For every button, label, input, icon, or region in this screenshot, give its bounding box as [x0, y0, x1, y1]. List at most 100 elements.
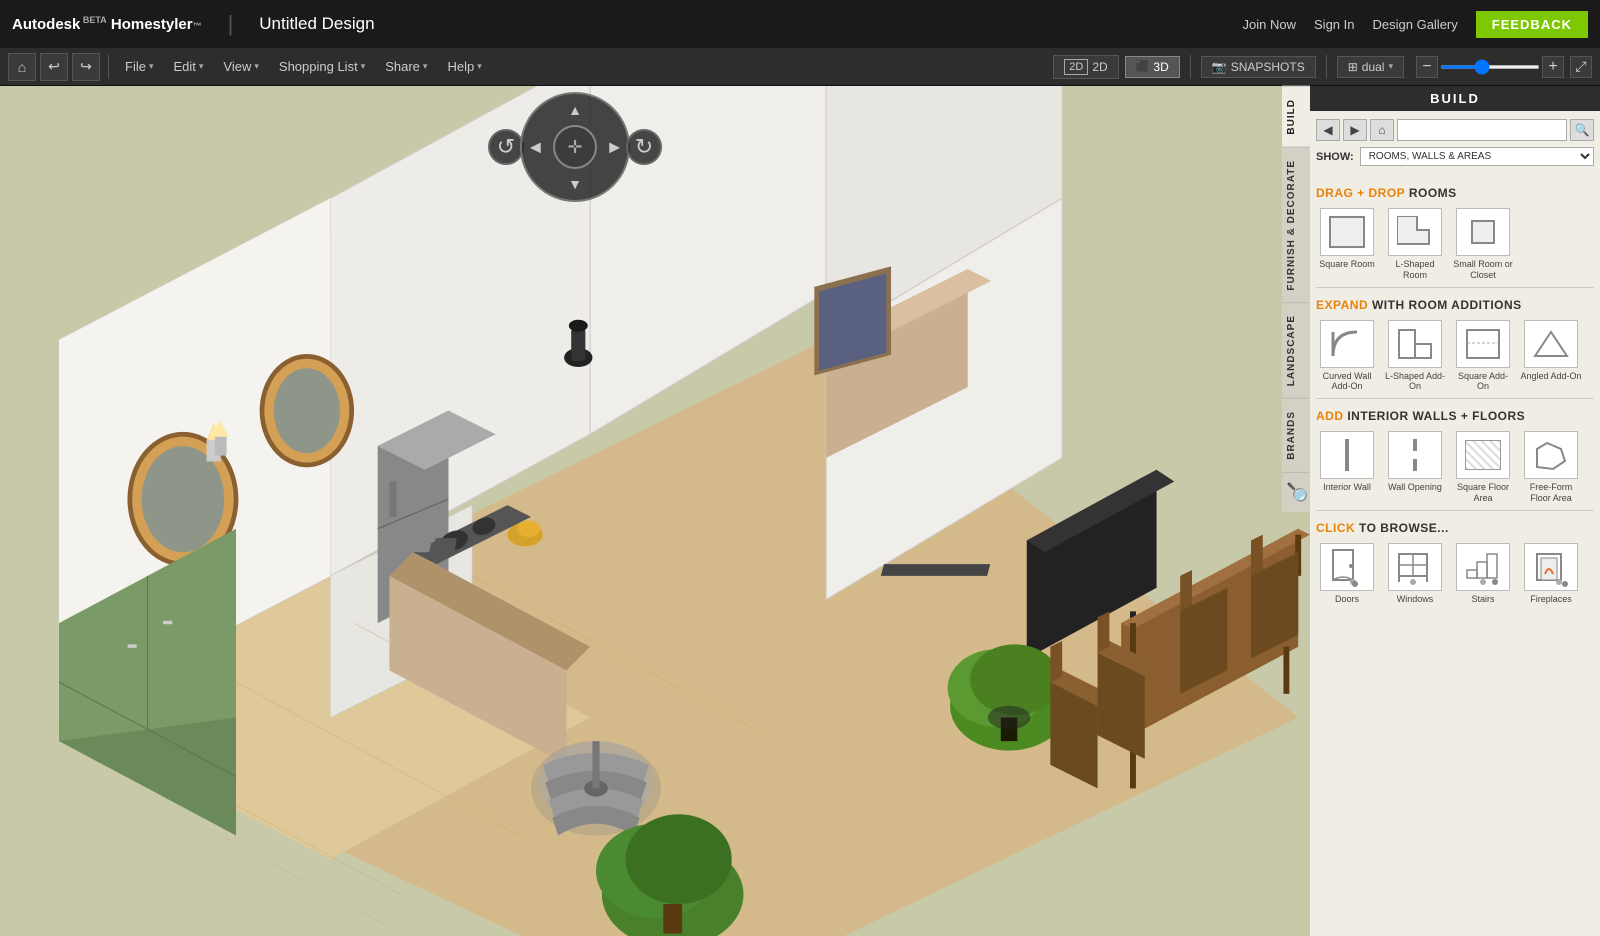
title-separator: | [228, 11, 234, 37]
interior-walls-suffix: INTERIOR WALLS + FLOORS [1347, 409, 1525, 423]
l-shaped-room-item[interactable]: L-Shaped Room [1384, 208, 1446, 281]
freeform-floor-item[interactable]: Free-Form Floor Area [1520, 431, 1582, 504]
sign-in-link[interactable]: Sign In [1314, 17, 1354, 32]
square-addon-icon [1465, 328, 1501, 360]
show-dropdown[interactable]: ROOMS, WALLS & AREAS ALL FLOORS ONLY [1360, 147, 1594, 166]
square-addon-icon-box [1456, 320, 1510, 368]
view-mode-group: 2D 2D ⬛ 3D 📷 SNAPSHOTS ⊞ dual ▾ [1053, 55, 1404, 79]
undo-button[interactable]: ↩ [40, 53, 68, 81]
doors-label: Doors [1335, 594, 1359, 605]
share-menu[interactable]: Share ▾ [377, 55, 435, 78]
pan-up-button[interactable]: ▲ [568, 102, 582, 118]
l-shaped-addon-label: L-Shaped Add-On [1384, 371, 1446, 393]
design-gallery-link[interactable]: Design Gallery [1373, 17, 1458, 32]
fullscreen-button[interactable]: ⤢ [1570, 56, 1592, 78]
redo-button[interactable]: ↪ [72, 53, 100, 81]
dual-arrow: ▾ [1388, 61, 1393, 72]
wall-opening-label: Wall Opening [1388, 482, 1442, 493]
dual-icon: ⊞ [1348, 60, 1358, 74]
join-now-link[interactable]: Join Now [1243, 17, 1296, 32]
top-bar: Autodesk BETA Homestyler™ | Untitled Des… [0, 0, 1600, 48]
zoom-minus-button[interactable]: − [1416, 56, 1438, 78]
fireplaces-item[interactable]: Fireplaces [1520, 543, 1582, 605]
design-title: Untitled Design [259, 14, 374, 34]
build-tab-header: BUILD [1310, 86, 1600, 111]
camera-icon: 📷 [1212, 60, 1227, 74]
interior-wall-item[interactable]: Interior Wall [1316, 431, 1378, 504]
home-button[interactable]: ⌂ [8, 53, 36, 81]
zoom-slider[interactable] [1440, 65, 1540, 69]
small-room-icon-box [1456, 208, 1510, 256]
l-shaped-room-label: L-Shaped Room [1384, 259, 1446, 281]
toolbar: ⌂ ↩ ↪ File ▾ Edit ▾ View ▾ Shopping List… [0, 48, 1600, 86]
panel-forward-button[interactable]: ▶ [1343, 119, 1367, 141]
windows-item[interactable]: Windows [1384, 543, 1446, 605]
square-room-item[interactable]: Square Room [1316, 208, 1378, 281]
wall-opening-icon [1411, 439, 1419, 471]
l-shaped-addon-icon-box [1388, 320, 1442, 368]
build-label: BUILD [1430, 91, 1480, 106]
file-menu[interactable]: File ▾ [117, 55, 161, 78]
pan-right-button[interactable]: ▶ [609, 139, 620, 156]
view-2d-button[interactable]: 2D 2D [1053, 55, 1118, 79]
side-tabs: BUILD FURNISH & DECORATE LANDSCAPE BRAND… [1282, 86, 1310, 512]
panel-home-button[interactable]: ⌂ [1370, 119, 1394, 141]
edit-menu[interactable]: Edit ▾ [165, 55, 211, 78]
view-menu[interactable]: View ▾ [215, 55, 266, 78]
magnify-tab[interactable]: 🔍 [1282, 472, 1310, 512]
zoom-plus-button[interactable]: + [1542, 56, 1564, 78]
square-addon-item[interactable]: Square Add-On [1452, 320, 1514, 393]
doors-icon [1327, 546, 1367, 588]
curved-wall-icon-box [1320, 320, 1374, 368]
rotate-left-button[interactable]: ↺ [488, 129, 524, 165]
navigation-center[interactable]: ✛ [553, 125, 597, 169]
wall-opening-item[interactable]: Wall Opening [1384, 431, 1446, 504]
angled-addon-icon-box [1524, 320, 1578, 368]
fireplaces-icon-box [1524, 543, 1578, 591]
small-room-item[interactable]: Small Room or Closet [1452, 208, 1514, 281]
target-icon: ✛ [567, 137, 582, 158]
panel-search-button[interactable]: 🔍 [1570, 119, 1594, 141]
logo-area: Autodesk BETA Homestyler™ [12, 15, 202, 33]
browse-suffix: TO BROWSE... [1359, 521, 1449, 535]
rotate-right-button[interactable]: ↻ [626, 129, 662, 165]
expand-highlight: EXPAND [1316, 298, 1368, 312]
wall-opening-icon-box [1388, 431, 1442, 479]
landscape-tab[interactable]: LANDSCAPE [1282, 302, 1310, 398]
toolbar-separator-1 [108, 55, 109, 79]
angled-addon-label: Angled Add-On [1520, 371, 1581, 382]
square-floor-icon-box [1456, 431, 1510, 479]
canvas-area[interactable]: ↺ ▲ ▼ ◀ ▶ ✛ ↻ [0, 86, 1310, 936]
l-shaped-addon-item[interactable]: L-Shaped Add-On [1384, 320, 1446, 393]
interior-walls-section-title: ADD INTERIOR WALLS + FLOORS [1316, 409, 1594, 423]
square-floor-item[interactable]: Square Floor Area [1452, 431, 1514, 504]
section-divider-1 [1316, 287, 1594, 288]
panel-back-button[interactable]: ◀ [1316, 119, 1340, 141]
pan-down-button[interactable]: ▼ [568, 176, 582, 192]
build-tab[interactable]: BUILD [1282, 86, 1310, 147]
dual-button[interactable]: ⊞ dual ▾ [1337, 56, 1404, 78]
doors-item[interactable]: Doors [1316, 543, 1378, 605]
stairs-icon-box [1456, 543, 1510, 591]
browse-section-title: CLICK TO BROWSE... [1316, 521, 1594, 535]
square-room-icon-box [1320, 208, 1374, 256]
furnish-decorate-tab[interactable]: FURNISH & DECORATE [1282, 147, 1310, 303]
pan-left-button[interactable]: ◀ [530, 139, 541, 156]
main-content: ↺ ▲ ▼ ◀ ▶ ✛ ↻ BUILD FURNISH & DECORATE L… [0, 86, 1600, 936]
snapshots-button[interactable]: 📷 SNAPSHOTS [1201, 56, 1316, 78]
panel-search-input[interactable] [1397, 119, 1567, 141]
stairs-item[interactable]: Stairs [1452, 543, 1514, 605]
view-3d-label: 3D [1153, 60, 1168, 74]
fireplaces-icon [1531, 546, 1571, 588]
help-menu[interactable]: Help ▾ [439, 55, 489, 78]
view-3d-button[interactable]: ⬛ 3D [1125, 56, 1180, 78]
curved-wall-item[interactable]: Curved Wall Add-On [1316, 320, 1378, 393]
square-floor-icon [1465, 440, 1501, 470]
brands-tab[interactable]: BRANDS [1282, 398, 1310, 472]
angled-addon-item[interactable]: Angled Add-On [1520, 320, 1582, 393]
feedback-button[interactable]: FEEDBACK [1476, 11, 1588, 38]
l-shaped-room-icon [1397, 216, 1433, 248]
shopping-list-menu[interactable]: Shopping List ▾ [271, 55, 373, 78]
curved-wall-label: Curved Wall Add-On [1316, 371, 1378, 393]
toolbar-separator-3 [1326, 55, 1327, 79]
